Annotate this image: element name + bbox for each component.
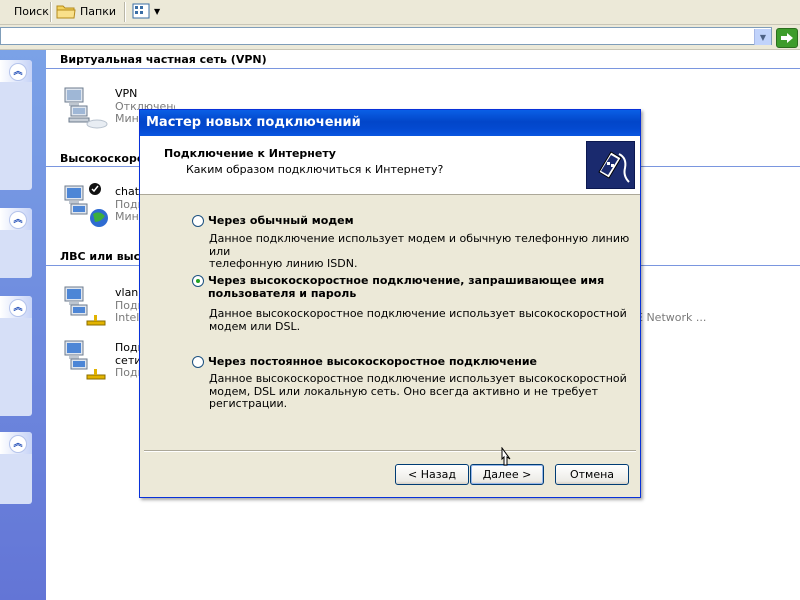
address-bar: ▼	[0, 25, 800, 50]
always-on-option-label[interactable]: Через постоянное высокоскоростное подклю…	[208, 355, 537, 368]
task-panel-header[interactable]: ︽	[0, 208, 32, 230]
wizard-titlebar[interactable]: Мастер новых подключений	[140, 110, 640, 136]
task-panel: ︽	[0, 208, 32, 278]
toolbar-separator	[124, 2, 126, 22]
wizard-heading: Подключение к Интернету	[164, 147, 336, 160]
label-line: пользователя и пароль	[208, 287, 357, 300]
collapse-icon[interactable]: ︽	[9, 63, 27, 81]
group-header: Виртуальная частная сеть (VPN)	[60, 53, 267, 66]
folders-label: Папки	[80, 4, 116, 18]
device-name-fragment: E Network ...	[636, 312, 707, 324]
task-panel: ︽	[0, 60, 32, 190]
connection-name: VPN	[115, 88, 138, 100]
group-header: Высокоскоро	[60, 152, 145, 165]
back-button[interactable]: < Назад	[395, 464, 469, 485]
modem-radio[interactable]	[192, 215, 204, 227]
description-line: регистрации.	[209, 397, 288, 410]
go-button[interactable]	[776, 28, 798, 48]
label-line: Через высокоскоростное подключение, запр…	[208, 274, 605, 287]
task-pane: ︽ ︽ ︽ ︽	[0, 50, 46, 600]
lan-connection-icon[interactable]	[61, 335, 109, 383]
always-on-radio[interactable]	[192, 356, 204, 368]
wizard-header: Подключение к Интернету Каким образом по…	[140, 136, 640, 195]
wizard-separator	[144, 450, 636, 452]
search-icon	[0, 5, 10, 17]
go-arrow-icon	[781, 33, 793, 43]
group-divider	[46, 68, 800, 69]
mouse-cursor-icon	[501, 447, 511, 466]
task-panel: ︽	[0, 296, 32, 416]
group-header: ЛВС или высо	[60, 250, 148, 263]
folders-button[interactable]: Папки	[56, 0, 116, 22]
modem-option-description: Данное подключение использует модем и об…	[209, 232, 640, 271]
chevron-down-icon: ▼	[759, 32, 767, 42]
explorer-toolbar: Поиск Папки ▼	[0, 0, 800, 25]
task-panel-header[interactable]: ︽	[0, 60, 32, 82]
collapse-icon[interactable]: ︽	[9, 435, 27, 453]
broadband-connection-icon[interactable]	[61, 180, 109, 228]
search-label: Поиск	[14, 4, 49, 18]
modem-option-label[interactable]: Через обычный модем	[208, 214, 354, 227]
toolbar-separator	[50, 2, 52, 22]
wizard-logo	[586, 141, 635, 189]
collapse-icon[interactable]: ︽	[9, 211, 27, 229]
description-line: Данное высокоскоростное подключение испо…	[209, 307, 627, 320]
always-on-option-description: Данное высокоскоростное подключение испо…	[209, 372, 627, 411]
task-panel: ︽	[0, 432, 32, 504]
lan-connection-icon[interactable]	[61, 281, 109, 329]
cancel-button[interactable]: Отмена	[555, 464, 629, 485]
broadband-login-option-description: Данное высокоскоростное подключение испо…	[209, 307, 627, 333]
wizard-subheading: Каким образом подключиться к Интернету?	[186, 163, 444, 176]
description-line: модем или DSL.	[209, 319, 301, 333]
views-icon	[132, 3, 150, 19]
description-line: телефонную линию ISDN.	[209, 257, 358, 270]
next-button[interactable]: Далее >	[470, 464, 544, 485]
views-button[interactable]: ▼	[132, 0, 160, 22]
address-dropdown-button[interactable]: ▼	[754, 29, 771, 45]
task-panel-header[interactable]: ︽	[0, 432, 32, 454]
description-line: Данное подключение использует модем и об…	[209, 232, 630, 258]
broadband-login-option-label[interactable]: Через высокоскоростное подключение, запр…	[208, 274, 604, 300]
address-field[interactable]: ▼	[0, 27, 772, 45]
description-line: Данное высокоскоростное подключение испо…	[209, 372, 627, 385]
search-button[interactable]: Поиск	[0, 0, 49, 22]
collapse-icon[interactable]: ︽	[9, 299, 27, 317]
phone-connection-icon	[598, 151, 630, 183]
dropdown-arrow-icon: ▼	[154, 6, 161, 16]
task-panel-header[interactable]: ︽	[0, 296, 32, 318]
folder-icon	[56, 5, 76, 19]
broadband-login-radio[interactable]	[192, 275, 204, 287]
vpn-connection-icon[interactable]	[61, 82, 109, 130]
new-connection-wizard: Мастер новых подключений Подключение к И…	[139, 109, 641, 498]
